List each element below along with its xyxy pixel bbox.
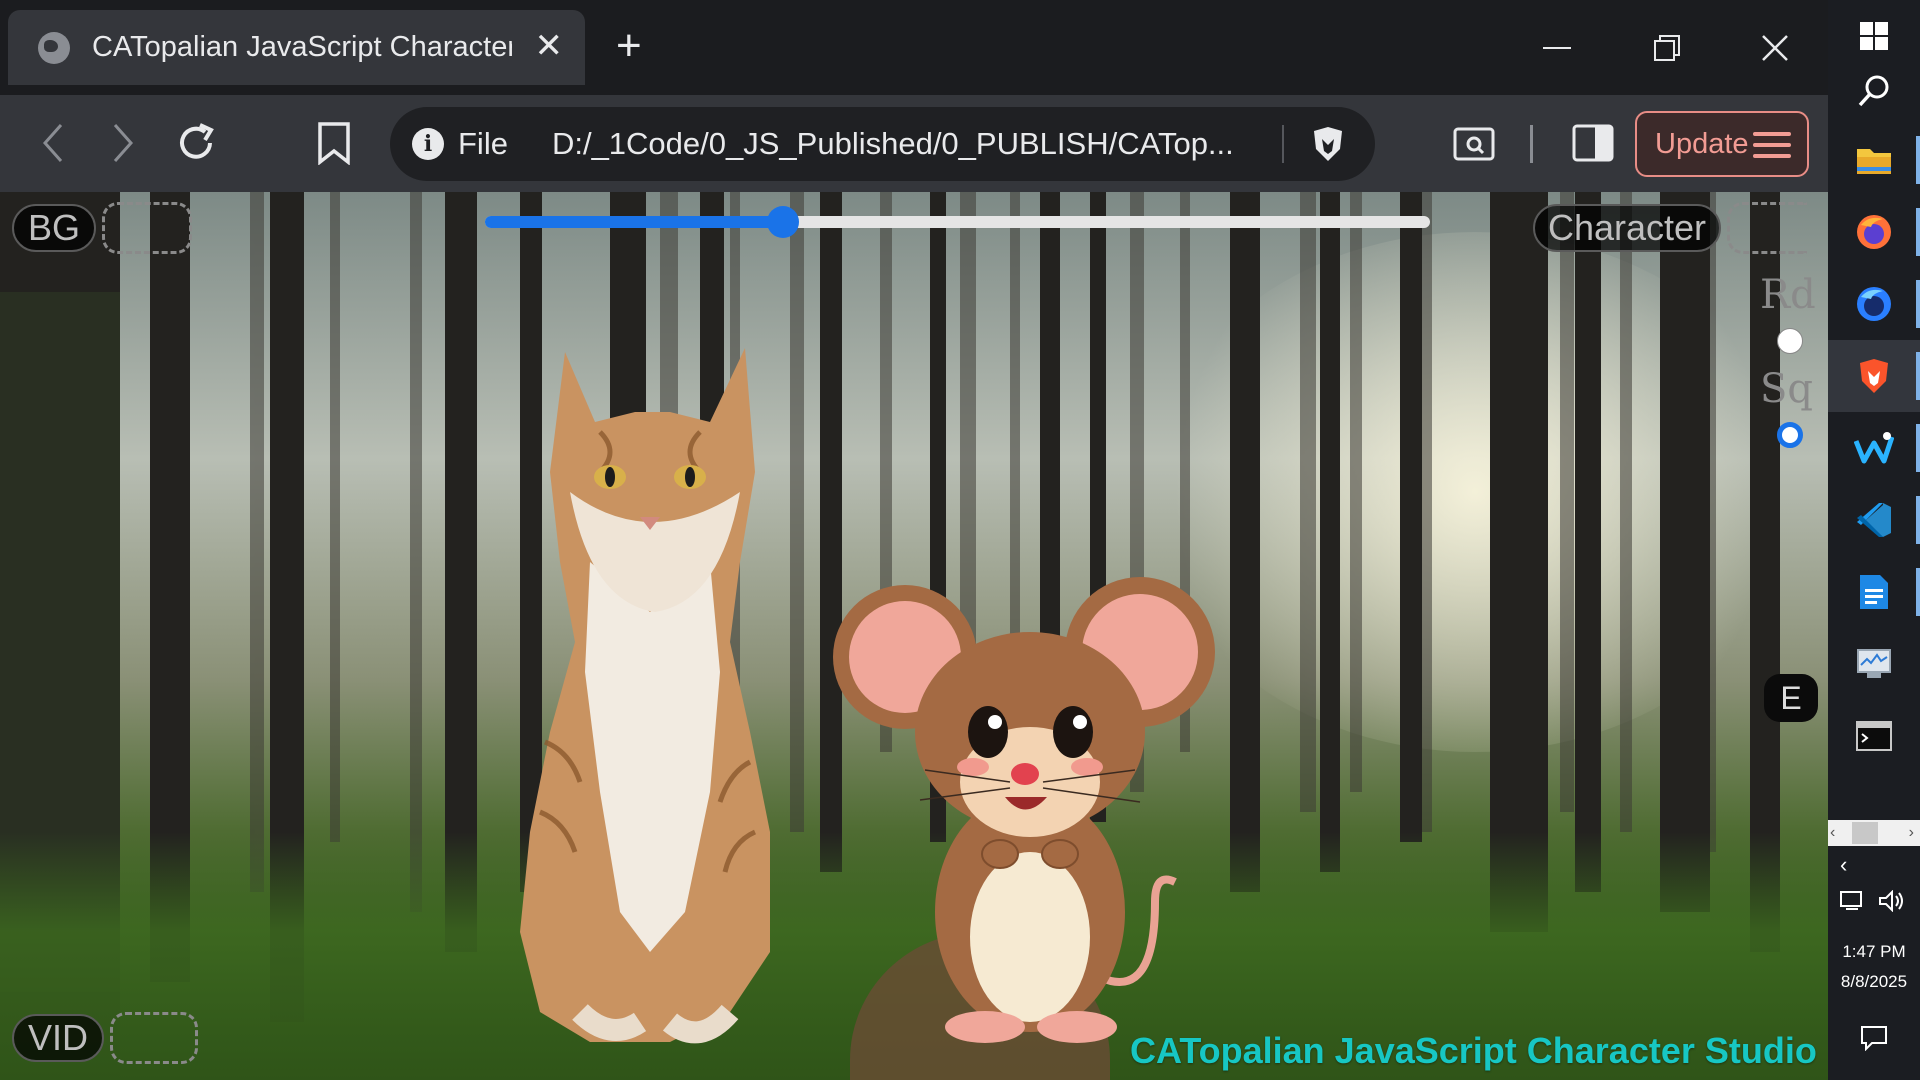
volume-icon[interactable] (1878, 889, 1906, 917)
new-tab-button[interactable]: + (616, 24, 642, 68)
vid-button[interactable]: VID (12, 1014, 104, 1062)
task-manager-icon (1857, 649, 1891, 678)
minimize-button[interactable] (1527, 18, 1587, 78)
firefox-icon (1857, 215, 1891, 249)
title-bar: CATopalian JavaScript Character Studio ✕… (0, 0, 1828, 95)
character-button[interactable]: Character (1533, 204, 1721, 252)
clock-time[interactable]: 1:47 PM (1828, 942, 1920, 962)
search-button[interactable] (1828, 55, 1920, 127)
reload-button[interactable] (168, 115, 224, 171)
size-slider[interactable] (485, 206, 1430, 238)
firefox-developer-icon (1857, 287, 1891, 321)
pinned-indicator (1916, 352, 1920, 400)
taskbar-firefox[interactable] (1828, 196, 1920, 268)
shape-option-sq-label: Sq (1760, 366, 1814, 412)
search-icon (1858, 75, 1889, 107)
toolbar-divider (1530, 125, 1533, 163)
taskbar-vscode[interactable] (1828, 484, 1920, 556)
pinned-indicator (1916, 496, 1920, 544)
taskbar-task-manager[interactable] (1828, 628, 1920, 700)
sidebar-toggle-icon[interactable] (1567, 117, 1619, 169)
shape-option-rd-label: Rd (1760, 272, 1816, 318)
scroll-right-icon[interactable]: › (1909, 824, 1914, 842)
shape-rd-radio[interactable] (1777, 328, 1803, 354)
slider-fill (485, 216, 783, 228)
document-icon (1860, 575, 1888, 609)
close-tab-icon[interactable]: ✕ (535, 28, 564, 64)
taskbar-terminal[interactable] (1828, 700, 1920, 772)
taskbar-file-explorer[interactable] (1828, 124, 1920, 196)
taskbar-firefox-developer[interactable] (1828, 268, 1920, 340)
pinned-indicator (1916, 424, 1920, 472)
taskbar-whiteboard[interactable] (1828, 412, 1920, 484)
address-url[interactable]: D:/_1Code/0_JS_Published/0_PUBLISH/CATop… (552, 126, 1234, 162)
vscode-icon (1857, 503, 1891, 537)
whiteboard-icon (1854, 432, 1894, 464)
terminal-icon (1856, 721, 1892, 751)
browser-toolbar: i File D:/_1Code/0_JS_Published/0_PUBLIS… (0, 95, 1828, 192)
info-icon[interactable]: i (412, 128, 444, 160)
character-image-slot[interactable] (1727, 202, 1807, 254)
slider-thumb[interactable] (766, 206, 799, 238)
mouse-character[interactable] (825, 542, 1245, 1062)
bg-image-slot[interactable] (102, 202, 192, 254)
menu-icon (1753, 132, 1791, 165)
tab-title: CATopalian JavaScript Character Studio (92, 31, 512, 63)
update-button[interactable]: Update (1635, 111, 1809, 177)
cat-character[interactable] (470, 312, 800, 1052)
address-scheme: File (458, 126, 508, 161)
folder-icon (1857, 149, 1891, 174)
studio-title: CATopalian JavaScript Character Studio (1130, 1030, 1817, 1071)
notifications-icon[interactable] (1860, 1025, 1888, 1056)
pinned-indicator (1916, 568, 1920, 616)
browser-window: CATopalian JavaScript Character Studio ✕… (0, 0, 1828, 1080)
bg-button[interactable]: BG (12, 204, 96, 252)
browser-tab[interactable]: CATopalian JavaScript Character Studio ✕ (8, 10, 585, 85)
taskbar-brave[interactable] (1828, 340, 1920, 412)
globe-icon (38, 31, 70, 64)
windows-taskbar: ‹ › ‹ 1:47 PM 8/8/2025 (1828, 0, 1920, 1080)
shape-sq-radio[interactable] (1777, 422, 1803, 448)
taskbar-document-app[interactable] (1828, 556, 1920, 628)
network-icon[interactable] (1840, 890, 1866, 917)
e-button[interactable]: E (1764, 674, 1818, 722)
taskbar-scrollbar[interactable]: ‹ › (1828, 820, 1920, 846)
scroll-left-icon[interactable]: ‹ (1830, 824, 1835, 842)
page-search-icon[interactable] (1448, 117, 1500, 169)
show-hidden-icons-icon[interactable]: ‹ (1840, 852, 1847, 878)
pinned-indicator (1916, 208, 1920, 256)
windows-icon (1860, 22, 1888, 50)
close-window-button[interactable] (1745, 18, 1805, 78)
scroll-thumb[interactable] (1852, 822, 1878, 844)
pinned-indicator (1916, 280, 1920, 328)
bookmark-icon[interactable] (306, 115, 362, 171)
vid-slot[interactable] (110, 1012, 198, 1064)
back-button[interactable] (25, 115, 81, 171)
restore-button[interactable] (1637, 18, 1697, 78)
address-separator (1282, 125, 1284, 163)
update-label: Update (1655, 127, 1749, 160)
brave-icon (1860, 359, 1888, 393)
pinned-indicator (1916, 136, 1920, 184)
address-bar[interactable]: i File D:/_1Code/0_JS_Published/0_PUBLIS… (390, 107, 1375, 181)
page-viewport: BG VID Character Rd Sq E CATopalian Java… (0, 192, 1828, 1080)
clock-date[interactable]: 8/8/2025 (1828, 972, 1920, 992)
forward-button[interactable] (95, 115, 151, 171)
brave-shield-icon[interactable] (1310, 125, 1346, 163)
